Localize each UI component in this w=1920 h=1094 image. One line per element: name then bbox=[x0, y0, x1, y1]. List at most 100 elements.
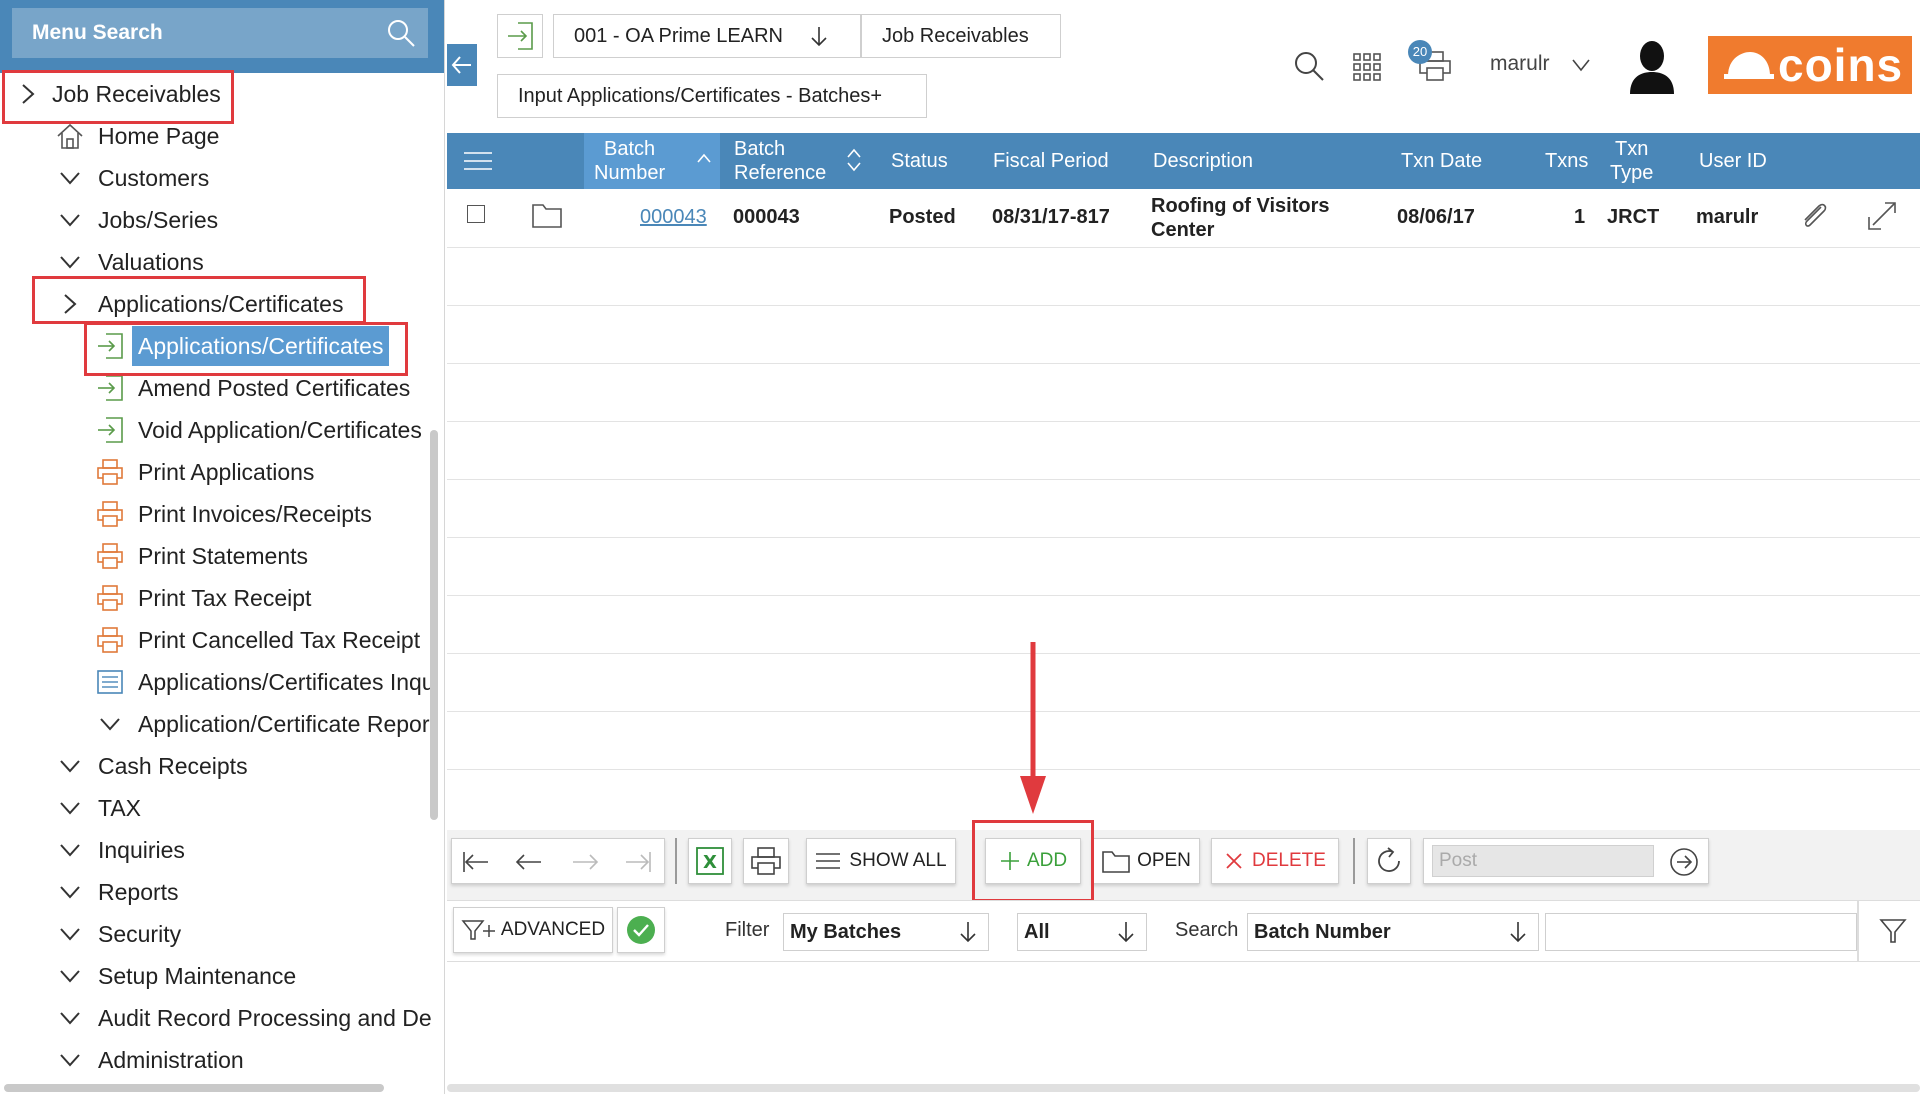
tree-item-print-tax-receipt[interactable]: Print Tax Receipt bbox=[96, 578, 432, 618]
tree-item-reports[interactable]: Reports bbox=[56, 872, 432, 912]
advanced-filter-button[interactable]: ADVANCED bbox=[453, 907, 613, 953]
cell-status: Posted bbox=[889, 206, 956, 228]
tree-item-applications-certificates-inquiry[interactable]: Applications/Certificates Inqu bbox=[96, 662, 432, 702]
column-header-txn-date[interactable]: Txn Date bbox=[1401, 133, 1482, 189]
chevron-down-icon bbox=[60, 970, 80, 983]
search-field-select[interactable]: Batch Number bbox=[1247, 913, 1539, 951]
home-icon bbox=[57, 123, 83, 149]
go-arrow-icon[interactable] bbox=[1668, 846, 1700, 878]
last-page-icon[interactable] bbox=[624, 849, 654, 875]
sidebar: Menu Search Job Receivables Home Page Cu… bbox=[0, 0, 445, 1094]
app-grid-icon[interactable] bbox=[1352, 52, 1382, 82]
tree-item-audit-record-processing[interactable]: Audit Record Processing and Dele bbox=[56, 998, 432, 1038]
filter-select[interactable]: My Batches bbox=[783, 913, 989, 951]
print-button[interactable] bbox=[743, 838, 789, 884]
sidebar-horizontal-scrollbar[interactable] bbox=[4, 1084, 384, 1092]
check-circle-icon bbox=[627, 916, 655, 944]
next-page-icon[interactable] bbox=[570, 849, 600, 875]
refresh-icon bbox=[1378, 847, 1400, 872]
list-icon bbox=[97, 670, 123, 694]
filter-label: Filter bbox=[725, 919, 770, 941]
grid-row-divider bbox=[447, 711, 1920, 712]
column-header-user-id[interactable]: User ID bbox=[1699, 133, 1767, 189]
previous-page-icon[interactable] bbox=[514, 849, 544, 875]
search-icon[interactable] bbox=[386, 18, 416, 48]
sort-ascending-icon bbox=[697, 153, 711, 163]
grid-row-divider bbox=[447, 421, 1920, 422]
column-header-description[interactable]: Description bbox=[1153, 133, 1253, 189]
search-icon[interactable] bbox=[1293, 50, 1325, 82]
arrow-down-icon bbox=[1510, 922, 1526, 943]
enter-arrow-icon bbox=[98, 333, 123, 359]
tree-item-tax[interactable]: TAX bbox=[56, 788, 432, 828]
column-header-batch-number[interactable]: Batch Number bbox=[584, 133, 720, 189]
tree-item-applications-certificates[interactable]: Applications/Certificates bbox=[96, 326, 432, 366]
column-header-status[interactable]: Status bbox=[891, 133, 948, 189]
add-button[interactable]: ADD bbox=[985, 838, 1081, 884]
tree-item-applications-certificates-group[interactable]: Applications/Certificates bbox=[56, 284, 432, 324]
tree-item-job-receivables[interactable]: Job Receivables bbox=[14, 74, 394, 114]
grid-row-divider bbox=[447, 653, 1920, 654]
show-all-button[interactable]: SHOW ALL bbox=[806, 838, 956, 884]
row-checkbox[interactable] bbox=[467, 205, 485, 223]
table-row[interactable]: 000043 000043 Posted 08/31/17-817 Roofin… bbox=[447, 189, 1920, 247]
grid-header: Batch Number Batch Reference Status Fisc… bbox=[447, 133, 1920, 189]
cell-batch-number[interactable]: 000043 bbox=[640, 206, 707, 229]
list-icon bbox=[816, 853, 841, 869]
column-header-txns[interactable]: Txns bbox=[1545, 133, 1588, 189]
refresh-button[interactable] bbox=[1367, 838, 1411, 884]
column-header-fiscal-period[interactable]: Fiscal Period bbox=[993, 133, 1109, 189]
filter-icon[interactable] bbox=[1879, 917, 1907, 945]
tree-item-setup-maintenance[interactable]: Setup Maintenance bbox=[56, 956, 432, 996]
avatar[interactable] bbox=[1628, 38, 1676, 94]
toolbar-separator bbox=[675, 838, 677, 884]
tree-item-jobs-series[interactable]: Jobs/Series bbox=[56, 200, 432, 240]
tree-item-amend-posted-certificates[interactable]: Amend Posted Certificates bbox=[96, 368, 432, 408]
tree-item-print-invoices-receipts[interactable]: Print Invoices/Receipts bbox=[96, 494, 432, 534]
open-button[interactable]: OPEN bbox=[1092, 838, 1200, 884]
printer-icon bbox=[97, 501, 123, 527]
tree-item-cash-receipts[interactable]: Cash Receipts bbox=[56, 746, 432, 786]
breadcrumb-company[interactable]: 001 - OA Prime LEARN bbox=[553, 14, 861, 58]
sidebar-vertical-scrollbar[interactable] bbox=[430, 430, 438, 820]
printer-icon bbox=[751, 847, 781, 875]
apply-filter-button[interactable] bbox=[617, 907, 665, 953]
tree-item-valuations[interactable]: Valuations bbox=[56, 242, 432, 282]
search-input[interactable] bbox=[1545, 913, 1857, 951]
tree-item-inquiries[interactable]: Inquiries bbox=[56, 830, 432, 870]
filter-add-icon bbox=[461, 920, 495, 940]
launch-button[interactable] bbox=[497, 14, 543, 58]
plus-icon bbox=[1000, 852, 1019, 870]
column-menu-button[interactable] bbox=[463, 133, 499, 189]
column-header-batch-reference[interactable]: Batch Reference bbox=[734, 133, 864, 189]
search-label: Search bbox=[1175, 919, 1239, 941]
sort-both-icon bbox=[847, 148, 861, 172]
tree-item-customers[interactable]: Customers bbox=[56, 158, 432, 198]
filter-scope-select[interactable]: All bbox=[1017, 913, 1147, 951]
print-queue-button[interactable]: 20 bbox=[1408, 40, 1456, 84]
breadcrumb-module[interactable]: Job Receivables bbox=[861, 14, 1061, 58]
tree-item-administration[interactable]: Administration bbox=[56, 1040, 432, 1080]
menu-search-input[interactable]: Menu Search bbox=[12, 8, 428, 58]
tree-item-security[interactable]: Security bbox=[56, 914, 432, 954]
export-excel-button[interactable]: X bbox=[688, 838, 732, 884]
edit-expand-icon[interactable] bbox=[1865, 197, 1901, 233]
tree-item-print-statements[interactable]: Print Statements bbox=[96, 536, 432, 576]
first-page-icon[interactable] bbox=[460, 849, 490, 875]
cell-txn-type: JRCT bbox=[1607, 206, 1660, 228]
column-header-txn-type[interactable]: Txn Type bbox=[1610, 133, 1653, 189]
hamburger-icon bbox=[464, 152, 492, 170]
folder-icon[interactable] bbox=[531, 201, 563, 229]
grid-row-divider bbox=[447, 247, 1920, 248]
post-input[interactable]: Post bbox=[1432, 845, 1654, 877]
paperclip-icon[interactable] bbox=[1797, 199, 1831, 233]
main-horizontal-scrollbar[interactable] bbox=[447, 1084, 1920, 1092]
tree-item-home-page[interactable]: Home Page bbox=[56, 116, 432, 156]
tree-item-void-application-certificates[interactable]: Void Application/Certificates bbox=[96, 410, 432, 450]
delete-button[interactable]: DELETE bbox=[1211, 838, 1339, 884]
tree-item-print-applications[interactable]: Print Applications bbox=[96, 452, 432, 492]
user-menu[interactable]: marulr bbox=[1490, 52, 1590, 76]
tree-item-print-cancelled-tax-receipt[interactable]: Print Cancelled Tax Receipt bbox=[96, 620, 432, 660]
collapse-sidebar-button[interactable] bbox=[447, 44, 477, 86]
tree-item-application-certificate-reports[interactable]: Application/Certificate Repor bbox=[96, 704, 432, 744]
